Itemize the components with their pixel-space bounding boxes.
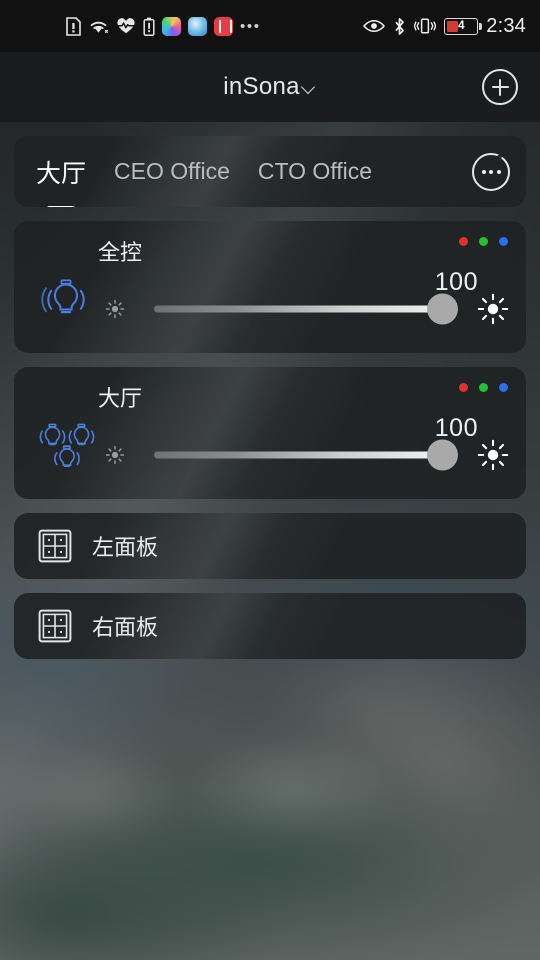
sun-large-icon xyxy=(477,439,509,471)
app-screen: ••• 4 2:34 inSona 大厅 CEO Office CTO Offi… xyxy=(0,0,540,960)
tab-room-0[interactable]: 大厅 xyxy=(22,154,100,207)
status-clock: 2:34 xyxy=(486,14,526,37)
device-name: 大厅 xyxy=(98,386,143,411)
battery-alert-icon xyxy=(143,17,155,36)
status-bar: ••• 4 2:34 xyxy=(0,0,540,52)
book-app-icon xyxy=(214,16,233,36)
more-dots-icon xyxy=(481,169,486,174)
battery-level: 4 xyxy=(458,20,465,32)
overflow-dots-icon: ••• xyxy=(240,17,261,35)
panel-name: 左面板 xyxy=(92,535,159,560)
wifi-icon xyxy=(90,21,108,33)
slider-handle[interactable] xyxy=(427,439,458,471)
battery-icon: 4 xyxy=(444,17,482,35)
main-content: 大厅 CEO Office CTO Office 全控 100 大厅 100 左… xyxy=(0,122,540,659)
tab-room-1[interactable]: CEO Office xyxy=(100,158,244,185)
device-card-master[interactable]: 全控 100 xyxy=(14,221,526,353)
brightness-slider[interactable] xyxy=(98,433,512,477)
bulb-group-icon[interactable] xyxy=(38,419,96,475)
more-rooms-button[interactable] xyxy=(472,152,510,191)
photos-app-icon xyxy=(162,16,181,36)
slider-track[interactable] xyxy=(154,305,448,313)
rgb-indicator xyxy=(459,237,508,246)
device-name: 全控 xyxy=(98,240,143,265)
panel-name: 右面板 xyxy=(92,615,159,640)
panel-row-right[interactable]: 右面板 xyxy=(14,593,526,659)
vibrate-icon xyxy=(414,18,437,34)
active-tab-indicator xyxy=(46,205,76,207)
tab-label: CTO Office xyxy=(257,158,373,184)
home-selector[interactable]: inSona xyxy=(223,73,317,101)
slider-track[interactable] xyxy=(154,451,448,459)
switch-panel-icon xyxy=(38,529,72,563)
device-card-hall[interactable]: 大厅 100 xyxy=(14,367,526,499)
rgb-indicator xyxy=(459,383,508,392)
single-bulb-icon[interactable] xyxy=(38,273,96,329)
brightness-slider[interactable] xyxy=(98,287,512,331)
sun-small-icon xyxy=(105,445,125,465)
add-device-button[interactable] xyxy=(482,69,518,105)
tab-label: 大厅 xyxy=(36,159,87,188)
browser-app-icon xyxy=(188,16,207,36)
bluetooth-icon xyxy=(395,17,405,35)
panel-row-left[interactable]: 左面板 xyxy=(14,513,526,579)
sim-alert-icon xyxy=(66,16,81,36)
app-header: inSona xyxy=(0,52,540,122)
switch-panel-icon xyxy=(38,609,72,643)
heartbeat-icon xyxy=(117,18,135,34)
eye-icon xyxy=(363,19,386,33)
slider-handle[interactable] xyxy=(427,293,458,325)
sun-small-icon xyxy=(105,299,125,319)
chevron-down-icon xyxy=(301,80,317,96)
sun-large-icon xyxy=(477,293,509,325)
room-tabs: 大厅 CEO Office CTO Office xyxy=(14,136,526,207)
tab-label: CEO Office xyxy=(114,158,230,184)
tab-room-2[interactable]: CTO Office xyxy=(244,158,386,185)
page-title: inSona xyxy=(223,73,300,100)
